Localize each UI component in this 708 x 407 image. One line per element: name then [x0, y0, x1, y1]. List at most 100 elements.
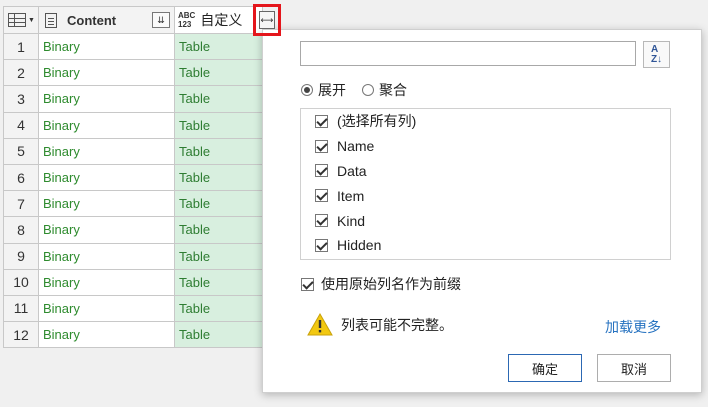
- grid-header: ▼ Content ⇊ ABC 123 自定义: [3, 6, 263, 34]
- content-cell[interactable]: Binary: [39, 164, 175, 192]
- radio-button[interactable]: [362, 84, 374, 96]
- row-number[interactable]: 9: [3, 243, 39, 270]
- column-header-content[interactable]: Content ⇊: [39, 6, 175, 34]
- content-cell[interactable]: Binary: [39, 86, 175, 113]
- column-header-label: 自定义: [200, 12, 243, 28]
- row-number[interactable]: 12: [3, 322, 39, 349]
- radio-expand[interactable]: 展开: [301, 80, 346, 100]
- document-icon: [45, 12, 57, 28]
- sort-az-button[interactable]: A Z↓: [643, 41, 670, 68]
- column-option-label: Kind: [337, 212, 366, 229]
- any-type-icon: ABC 123: [178, 11, 196, 29]
- table-row: 4 Binary Table: [3, 112, 263, 139]
- prefix-option[interactable]: 使用原始列名作为前缀: [301, 274, 461, 294]
- mode-radio-group: 展开 聚合: [301, 80, 423, 100]
- table-icon: [8, 13, 26, 27]
- expand-table-button[interactable]: ⟷: [259, 11, 275, 29]
- column-checkbox[interactable]: [315, 189, 328, 203]
- radio-button[interactable]: [301, 84, 313, 96]
- column-option[interactable]: (选择所有列): [301, 109, 670, 134]
- cancel-button[interactable]: 取消: [597, 354, 671, 382]
- table-row: 12 Binary Table: [3, 322, 263, 349]
- table-row: 3 Binary Table: [3, 86, 263, 113]
- column-checkbox[interactable]: [315, 139, 328, 153]
- prefix-label: 使用原始列名作为前缀: [321, 276, 461, 292]
- custom-cell[interactable]: Table: [175, 269, 263, 296]
- column-header-custom[interactable]: ABC 123 自定义: [175, 6, 263, 34]
- row-number[interactable]: 5: [3, 138, 39, 165]
- search-input[interactable]: [300, 41, 636, 66]
- expand-column-popup: A Z↓ 展开 聚合 (选择所有列) Name Data Item Kind Hidden …: [262, 29, 702, 393]
- custom-cell[interactable]: Table: [175, 60, 263, 87]
- custom-cell[interactable]: Table: [175, 217, 263, 244]
- content-cell[interactable]: Binary: [39, 60, 175, 87]
- column-option-label: Hidden: [337, 237, 382, 254]
- table-row: 10 Binary Table: [3, 269, 263, 296]
- column-option-label: Data: [337, 162, 367, 179]
- chevron-down-icon: ▼: [28, 16, 35, 24]
- custom-cell[interactable]: Table: [175, 295, 263, 323]
- table-row: 2 Binary Table: [3, 60, 263, 87]
- custom-cell[interactable]: Table: [175, 322, 263, 349]
- grid-body: 1 Binary Table 2 Binary Table 3 Binary Table 4 Bin…: [3, 34, 263, 349]
- radio-label: 展开: [318, 82, 346, 98]
- custom-cell[interactable]: Table: [175, 34, 263, 61]
- content-cell[interactable]: Binary: [39, 138, 175, 165]
- table-menu-button[interactable]: ▼: [3, 6, 39, 34]
- table-row: 7 Binary Table: [3, 191, 263, 218]
- radio-label: 聚合: [379, 82, 407, 98]
- table-row: 9 Binary Table: [3, 243, 263, 270]
- custom-cell[interactable]: Table: [175, 138, 263, 165]
- content-cell[interactable]: Binary: [39, 295, 175, 323]
- expand-column-icon[interactable]: ⇊: [152, 12, 170, 28]
- table-row: 11 Binary Table: [3, 295, 263, 323]
- custom-cell[interactable]: Table: [175, 86, 263, 113]
- row-number[interactable]: 3: [3, 86, 39, 113]
- content-cell[interactable]: Binary: [39, 217, 175, 244]
- column-option-label: Name: [337, 138, 375, 155]
- data-grid: ▼ Content ⇊ ABC 123 自定义 1 Binary Table 2 Bin…: [3, 6, 263, 349]
- row-number[interactable]: 6: [3, 164, 39, 192]
- highlight-box: ⟷: [253, 4, 281, 36]
- row-number[interactable]: 1: [3, 34, 39, 61]
- content-cell[interactable]: Binary: [39, 243, 175, 270]
- column-option[interactable]: Item: [301, 183, 670, 208]
- warning-message: 列表可能不完整。: [307, 313, 453, 336]
- table-row: 5 Binary Table: [3, 138, 263, 165]
- column-option-label: (选择所有列): [337, 113, 417, 130]
- table-row: 6 Binary Table: [3, 164, 263, 192]
- row-number[interactable]: 4: [3, 112, 39, 139]
- prefix-checkbox[interactable]: [301, 277, 314, 291]
- column-checkbox[interactable]: [315, 238, 328, 252]
- custom-cell[interactable]: Table: [175, 243, 263, 270]
- content-cell[interactable]: Binary: [39, 191, 175, 218]
- column-checkbox[interactable]: [315, 214, 328, 228]
- column-option[interactable]: Data: [301, 159, 670, 184]
- content-cell[interactable]: Binary: [39, 112, 175, 139]
- custom-cell[interactable]: Table: [175, 164, 263, 192]
- column-option[interactable]: Kind: [301, 208, 670, 233]
- row-number[interactable]: 8: [3, 217, 39, 244]
- column-option[interactable]: Name: [301, 134, 670, 159]
- column-checkbox[interactable]: [315, 114, 328, 128]
- warning-icon: [307, 313, 333, 336]
- ok-button[interactable]: 确定: [508, 354, 582, 382]
- content-cell[interactable]: Binary: [39, 34, 175, 61]
- column-header-label: Content: [67, 12, 117, 28]
- column-checklist: (选择所有列) Name Data Item Kind Hidden: [300, 108, 671, 260]
- custom-cell[interactable]: Table: [175, 112, 263, 139]
- radio-aggregate[interactable]: 聚合: [362, 80, 407, 100]
- row-number[interactable]: 10: [3, 269, 39, 296]
- load-more-link[interactable]: 加载更多: [605, 317, 661, 337]
- table-row: 8 Binary Table: [3, 217, 263, 244]
- table-row: 1 Binary Table: [3, 34, 263, 61]
- warning-text: 列表可能不完整。: [341, 316, 453, 333]
- row-number[interactable]: 11: [3, 295, 39, 323]
- row-number[interactable]: 2: [3, 60, 39, 87]
- content-cell[interactable]: Binary: [39, 269, 175, 296]
- custom-cell[interactable]: Table: [175, 191, 263, 218]
- column-checkbox[interactable]: [315, 164, 328, 178]
- row-number[interactable]: 7: [3, 191, 39, 218]
- content-cell[interactable]: Binary: [39, 322, 175, 349]
- column-option[interactable]: Hidden: [301, 233, 670, 258]
